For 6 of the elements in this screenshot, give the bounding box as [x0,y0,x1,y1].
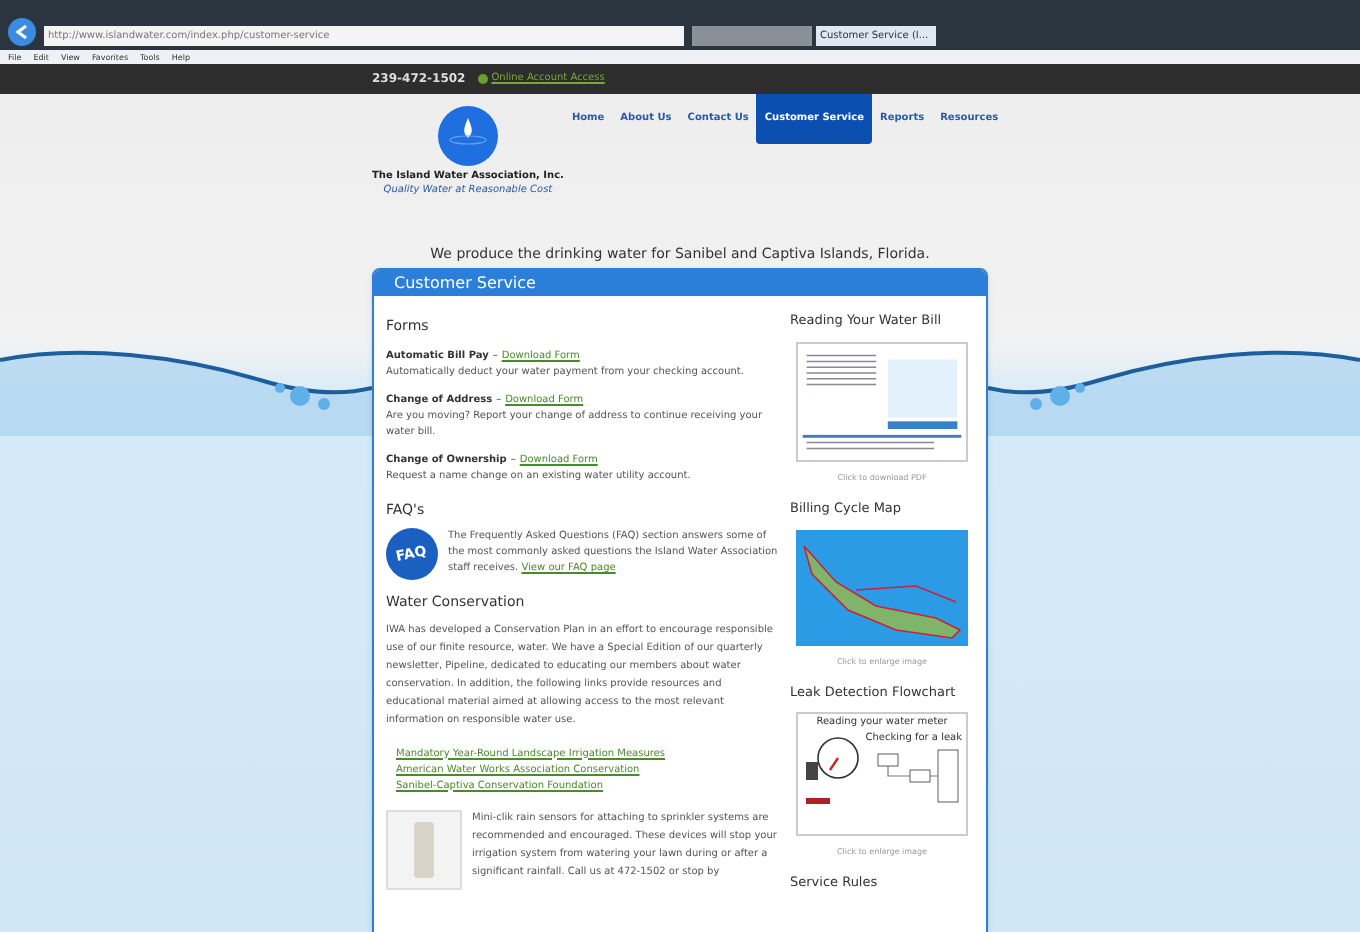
flow-boxes-drawing [874,746,962,807]
panel-title: Customer Service [394,271,536,295]
rain-sensor-photo [386,809,462,889]
water-drop-logo-icon [437,106,498,166]
island-map-drawing[interactable] [796,529,968,645]
water-bill-drawing[interactable] [796,341,968,462]
